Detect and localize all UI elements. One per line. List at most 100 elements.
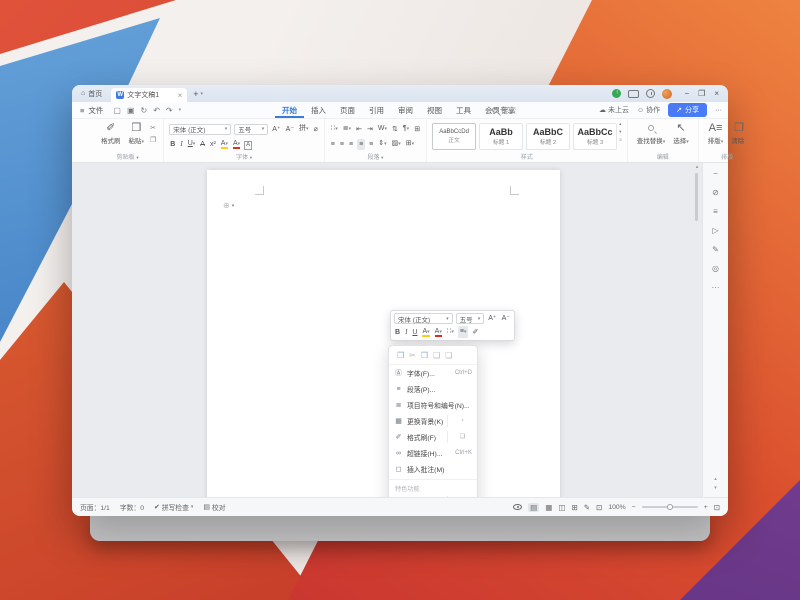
tips-icon[interactable]: ◎ xyxy=(712,264,719,273)
file-menu[interactable]: 文件 xyxy=(88,105,103,116)
bold-icon[interactable]: B xyxy=(169,139,176,150)
context-menu-item-bullets-numbering[interactable]: ≣项目符号和编号(N)... xyxy=(389,397,477,413)
context-menu-item-font[interactable]: Ⓐ字体(F)...Ctrl+D xyxy=(389,365,477,381)
style-scroll-down-icon[interactable]: ▾ xyxy=(619,129,622,135)
fit-page-icon[interactable]: ⊡ xyxy=(596,503,602,512)
web-view-icon[interactable]: ▦ xyxy=(545,503,552,512)
mini-font-size-select[interactable]: 五号▾ xyxy=(456,313,485,324)
pinyin-guide-icon[interactable]: 拼▾ xyxy=(298,123,310,135)
cloud-status[interactable]: ☁ 未上云 xyxy=(599,105,629,115)
page-down-icon[interactable]: ▾ xyxy=(714,485,717,491)
ink-icon[interactable]: ✎ xyxy=(584,503,590,512)
mini-font-family-select[interactable]: 宋体 (正文)▾ xyxy=(394,313,453,324)
ribbon-tab-7[interactable]: 工具 xyxy=(449,102,478,118)
tab-close-icon[interactable]: × xyxy=(178,91,183,100)
text-direction-icon[interactable]: ⊞ xyxy=(413,124,421,135)
redo-icon[interactable]: ↷ xyxy=(166,106,173,115)
cut-icon[interactable]: ✂ xyxy=(150,124,156,132)
scroll-up-icon[interactable]: ▴ xyxy=(696,164,699,170)
read-view-icon[interactable]: ⊞ xyxy=(571,503,577,512)
clear-button[interactable]: ❐ 清除▾ xyxy=(727,121,751,146)
quick-access-caret-icon[interactable]: ▾ xyxy=(179,107,182,113)
paste-button[interactable]: ❒ 粘贴▾ xyxy=(125,121,149,146)
page-nav[interactable]: ▴ ▾ xyxy=(714,476,717,491)
context-menu-item-translate[interactable]: ⇆翻译(T)› xyxy=(389,494,477,497)
char-border-icon[interactable]: A xyxy=(244,141,252,150)
paste-text-icon[interactable]: ❏ xyxy=(445,351,452,360)
context-menu-item-format-painter[interactable]: ✐格式刷(F)❏ xyxy=(389,429,477,445)
home-tab[interactable]: ⌂ 首页 xyxy=(72,85,111,102)
style-gallery-scroll[interactable]: ▴ ▾ ≡ xyxy=(617,121,622,142)
sort-icon[interactable]: ⇅ xyxy=(391,124,399,135)
format-painter-button[interactable]: ✐ 格式刷 xyxy=(97,121,125,146)
mini-italic-icon[interactable]: I xyxy=(404,327,408,338)
ribbon-tab-6[interactable]: 视图 xyxy=(420,102,449,118)
copy-icon[interactable]: ❐ xyxy=(150,136,156,144)
upgrade-icon[interactable]: ↑ xyxy=(612,89,621,98)
page-up-icon[interactable]: ▴ xyxy=(714,476,717,482)
italic-icon[interactable]: I xyxy=(179,139,183,150)
style-box-1[interactable]: AaBbCcDd正文 xyxy=(432,123,476,150)
select-button[interactable]: ↖ 选择▾ xyxy=(669,121,693,146)
numbered-list-icon[interactable]: ≣▾ xyxy=(342,123,352,135)
sync-icon[interactable]: ↻ xyxy=(141,106,148,115)
context-menu-item-change-background[interactable]: ▦更换背景(K)...› xyxy=(389,413,477,429)
scrollbar-thumb[interactable] xyxy=(695,173,698,221)
more-menu-icon[interactable]: ··· xyxy=(715,107,722,114)
history-icon[interactable] xyxy=(646,89,655,98)
clear-format-icon[interactable]: ⌀ xyxy=(313,124,319,135)
chevron-down-icon[interactable]: ▾ xyxy=(201,91,204,97)
ribbon-tab-3[interactable]: 页面 xyxy=(333,102,362,118)
mini-font-color-icon[interactable]: A▾ xyxy=(434,326,443,338)
mini-decrease-font-icon[interactable]: A⁻ xyxy=(501,313,511,324)
cut-icon[interactable]: ✂ xyxy=(409,351,416,360)
minimize-button[interactable]: − xyxy=(684,89,689,98)
mini-highlight-icon[interactable]: A▾ xyxy=(421,326,430,338)
context-menu-item-paragraph[interactable]: ≡段落(P)... xyxy=(389,381,477,397)
find-replace-button[interactable]: 查找替换▾ xyxy=(633,121,670,146)
ribbon-tab-1[interactable]: 开始 xyxy=(275,102,304,118)
context-menu-item-hyperlink[interactable]: ∞超链接(H)...Ctrl+K xyxy=(389,445,477,461)
zoom-slider[interactable] xyxy=(642,506,698,508)
command-search[interactable]: 搜索 xyxy=(492,102,516,118)
clipboard-group-label[interactable]: 剪贴板 ▾ xyxy=(92,152,163,161)
proofing-button[interactable]: ▤ 校对 xyxy=(203,502,225,512)
mini-bold-icon[interactable]: B xyxy=(394,327,401,338)
insert-widget[interactable]: ⊕ ▾ xyxy=(223,201,234,210)
new-tab-button[interactable]: + ▾ xyxy=(187,85,209,102)
workspace-icon[interactable] xyxy=(628,90,639,98)
user-avatar[interactable] xyxy=(662,89,672,99)
borders-icon[interactable]: ⊞▾ xyxy=(405,138,415,150)
save-icon[interactable]: ▣ xyxy=(127,106,135,115)
style-box-2[interactable]: AaBb标题 1 xyxy=(479,123,523,150)
page-indicator[interactable]: 页面：1/1 xyxy=(80,502,110,512)
superscript-icon[interactable]: x² xyxy=(209,139,217,150)
select-tool-icon[interactable]: ▷ xyxy=(712,226,718,235)
align-right-icon[interactable]: ≡ xyxy=(348,139,354,150)
more-tools-icon[interactable]: ··· xyxy=(712,283,720,292)
highlight-color-icon[interactable]: A▾ xyxy=(220,138,229,150)
zoom-out-icon[interactable]: − xyxy=(632,504,636,511)
vertical-scrollbar[interactable]: ▴ xyxy=(693,164,701,496)
typeset-button[interactable]: A≡ 排版▾ xyxy=(704,121,728,146)
collaborate-button[interactable]: ☺ 协作 xyxy=(637,105,660,115)
font-group-label[interactable]: 字体 ▾ xyxy=(164,152,323,161)
decrease-font-icon[interactable]: A⁻ xyxy=(285,124,295,135)
decrease-indent-icon[interactable]: ⇤ xyxy=(355,124,363,135)
restore-button[interactable]: ❐ xyxy=(698,89,705,98)
mini-underline-icon[interactable]: U xyxy=(411,327,418,338)
nav-pane-icon[interactable]: ≡ xyxy=(713,207,718,216)
outline-view-icon[interactable]: ◫ xyxy=(558,503,565,512)
new-doc-icon[interactable]: ▢ xyxy=(113,106,121,115)
style-more-icon[interactable]: ≡ xyxy=(619,137,622,142)
zoom-in-icon[interactable]: + xyxy=(704,504,708,511)
zoom-level[interactable]: 100% xyxy=(608,504,625,511)
shading-icon[interactable]: ▨▾ xyxy=(391,138,402,150)
copy-icon[interactable]: ❐ xyxy=(397,351,404,360)
style-box-4[interactable]: AaBbCc标题 3 xyxy=(573,123,617,150)
mini-bullets-icon[interactable]: ∷▾ xyxy=(446,326,455,338)
style-box-3[interactable]: AaBbC标题 2 xyxy=(526,123,570,150)
page-view-icon[interactable]: ▤ xyxy=(528,503,539,512)
zoom-slider-thumb[interactable] xyxy=(667,504,673,510)
underline-icon[interactable]: U▾ xyxy=(187,138,197,150)
